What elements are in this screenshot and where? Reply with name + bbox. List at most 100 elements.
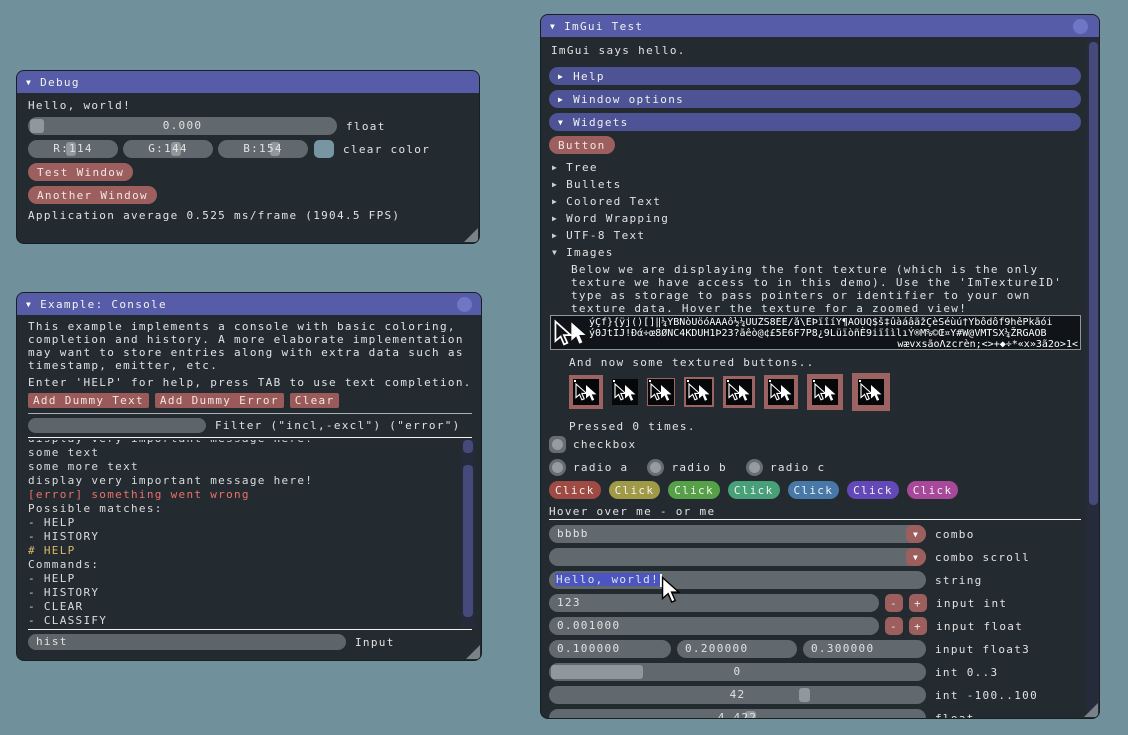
image-button-5[interactable] [723, 376, 755, 408]
minus-button[interactable]: - [885, 594, 903, 612]
blue-slider[interactable]: B:154 [218, 140, 308, 158]
input-float3-z[interactable]: 0.300000 [803, 640, 926, 658]
input-float3-x[interactable]: 0.100000 [549, 640, 671, 658]
tree-node-tree[interactable]: ▶ Tree [552, 161, 598, 174]
float-slider-value: 0.000 [28, 119, 337, 132]
image-button-8[interactable] [852, 373, 890, 411]
button-widget[interactable]: Button [549, 136, 615, 154]
image-button-2[interactable] [612, 379, 638, 405]
add-dummy-error-button[interactable]: Add Dummy Error [155, 393, 284, 408]
radio-button-b[interactable] [647, 459, 664, 476]
console-window: ▼ Example: Console This example implemen… [16, 292, 482, 661]
click-button-yellow[interactable]: Click [609, 481, 661, 499]
combo-value: bbbb [557, 527, 589, 540]
float-slider[interactable]: 0.000 [28, 117, 337, 135]
string-input[interactable]: Hello, world! [549, 571, 926, 589]
console-intro-line: timestamp, emitter, etc. [28, 359, 464, 372]
slider-float[interactable]: 4.422 [549, 709, 926, 719]
combo-select[interactable]: bbbb ▼ [549, 525, 926, 543]
click-button-blue[interactable]: Click [788, 481, 840, 499]
checkbox-label: checkbox [573, 438, 636, 451]
click-button-pink[interactable]: Click [907, 481, 959, 499]
plus-button[interactable]: + [909, 617, 927, 635]
tree-node-bullets[interactable]: ▶ Bullets [552, 178, 622, 191]
tree-node-images[interactable]: ▼ Images [552, 246, 614, 259]
test-window-button[interactable]: Test Window [28, 163, 133, 181]
slider-int-0-3[interactable]: 0 [549, 663, 926, 681]
console-scrollbar-thumb[interactable] [463, 465, 473, 617]
click-button-teal[interactable]: Click [728, 481, 780, 499]
click-label: Click [734, 484, 774, 497]
image-button-1[interactable] [569, 375, 603, 409]
header-widgets-label: Widgets [573, 116, 628, 129]
log-line: - HISTORY [28, 530, 458, 544]
another-window-button-label: Another Window [37, 189, 148, 202]
slider-int-100-value: 42 [549, 688, 926, 701]
close-icon[interactable] [457, 297, 472, 312]
image-button-4[interactable] [684, 377, 714, 407]
font-texture-row: ýÇf}{ÿj()[]‖¼ÝBÑòÙöóÂÃÀô½¼ÙÚŽŠ8ÉÊ/å\ÈÞïî… [589, 317, 1078, 328]
clear-button[interactable]: Clear [290, 393, 340, 408]
clear-button-label: Clear [295, 394, 335, 407]
input-float3-y[interactable]: 0.200000 [677, 640, 797, 658]
slider-int-100[interactable]: 42 [549, 686, 926, 704]
click-label: Click [853, 484, 893, 497]
green-slider[interactable]: G:144 [123, 140, 213, 158]
header-widgets[interactable]: ▼ Widgets [549, 113, 1081, 131]
header-help-label: Help [573, 70, 605, 83]
close-icon[interactable] [1073, 19, 1088, 34]
image-button-7[interactable] [807, 374, 843, 410]
radio-button-a[interactable] [549, 459, 566, 476]
tree-node-colored-text[interactable]: ▶ Colored Text [552, 195, 661, 208]
image-button-6[interactable] [764, 375, 798, 409]
another-window-button[interactable]: Another Window [28, 186, 157, 204]
plus-button[interactable]: + [909, 594, 927, 612]
tree-node-label: UTF-8 Text [566, 229, 645, 242]
header-help[interactable]: ▶ Help [549, 67, 1081, 85]
collapse-arrow-icon[interactable]: ▼ [26, 300, 32, 309]
checkbox-mark [552, 439, 563, 450]
header-window-options[interactable]: ▶ Window options [549, 90, 1081, 108]
imgui-scrollbar-thumb[interactable] [1089, 42, 1098, 505]
red-value: R:114 [28, 142, 118, 155]
filter-input[interactable] [28, 418, 206, 433]
click-button-red[interactable]: Click [549, 481, 601, 499]
combo-arrow-icon[interactable]: ▼ [906, 548, 926, 566]
resize-grip[interactable] [464, 228, 478, 242]
tree-node-word-wrapping[interactable]: ▶ Word Wrapping [552, 212, 669, 225]
collapse-arrow-icon[interactable]: ▼ [550, 22, 556, 31]
collapse-arrow-icon[interactable]: ▼ [26, 78, 32, 87]
checkbox[interactable] [549, 436, 566, 453]
font-texture-image[interactable]: ýÇf}{ÿj()[]‖¼ÝBÑòÙöóÂÃÀô½¼ÙÚŽŠ8ÉÊ/å\ÈÞïî… [550, 315, 1081, 350]
image-button-3[interactable] [647, 378, 675, 406]
click-label: Click [913, 484, 953, 497]
click-button-green[interactable]: Click [668, 481, 720, 499]
combo-scroll-select[interactable]: ▼ [549, 548, 926, 566]
minus-button[interactable]: - [885, 617, 903, 635]
input-float-field[interactable]: 0.001000 [549, 617, 879, 635]
radio-button-c[interactable] [746, 459, 763, 476]
red-slider[interactable]: R:114 [28, 140, 118, 158]
console-log[interactable]: display very important message here! som… [28, 440, 458, 628]
click-button-purple[interactable]: Click [847, 481, 899, 499]
tree-node-utf8-text[interactable]: ▶ UTF-8 Text [552, 229, 645, 242]
console-titlebar[interactable]: ▼ Example: Console [17, 293, 481, 315]
log-line: [error] something went wrong [28, 488, 458, 502]
combo-scroll-label: combo scroll [935, 551, 1030, 564]
resize-grip[interactable] [466, 645, 480, 659]
string-input-value: Hello, world! [555, 573, 662, 587]
console-command-input[interactable]: hist [28, 634, 346, 650]
debug-titlebar[interactable]: ▼ Debug [17, 71, 479, 93]
resize-grip[interactable] [1084, 703, 1098, 717]
log-line: - CLASSIFY [28, 614, 458, 628]
clear-color-swatch[interactable] [314, 140, 334, 158]
input-float3-z-value: 0.300000 [811, 642, 874, 655]
separator [549, 519, 1081, 520]
log-line: # HELP [28, 544, 458, 558]
slider-int-100-label: int -100..100 [935, 689, 1038, 702]
input-int-field[interactable]: 123 [549, 594, 879, 612]
combo-arrow-icon[interactable]: ▼ [906, 525, 926, 543]
console-scrollbar-thumb[interactable] [463, 440, 473, 453]
imgui-titlebar[interactable]: ▼ ImGui Test [541, 15, 1099, 37]
add-dummy-text-button[interactable]: Add Dummy Text [28, 393, 149, 408]
